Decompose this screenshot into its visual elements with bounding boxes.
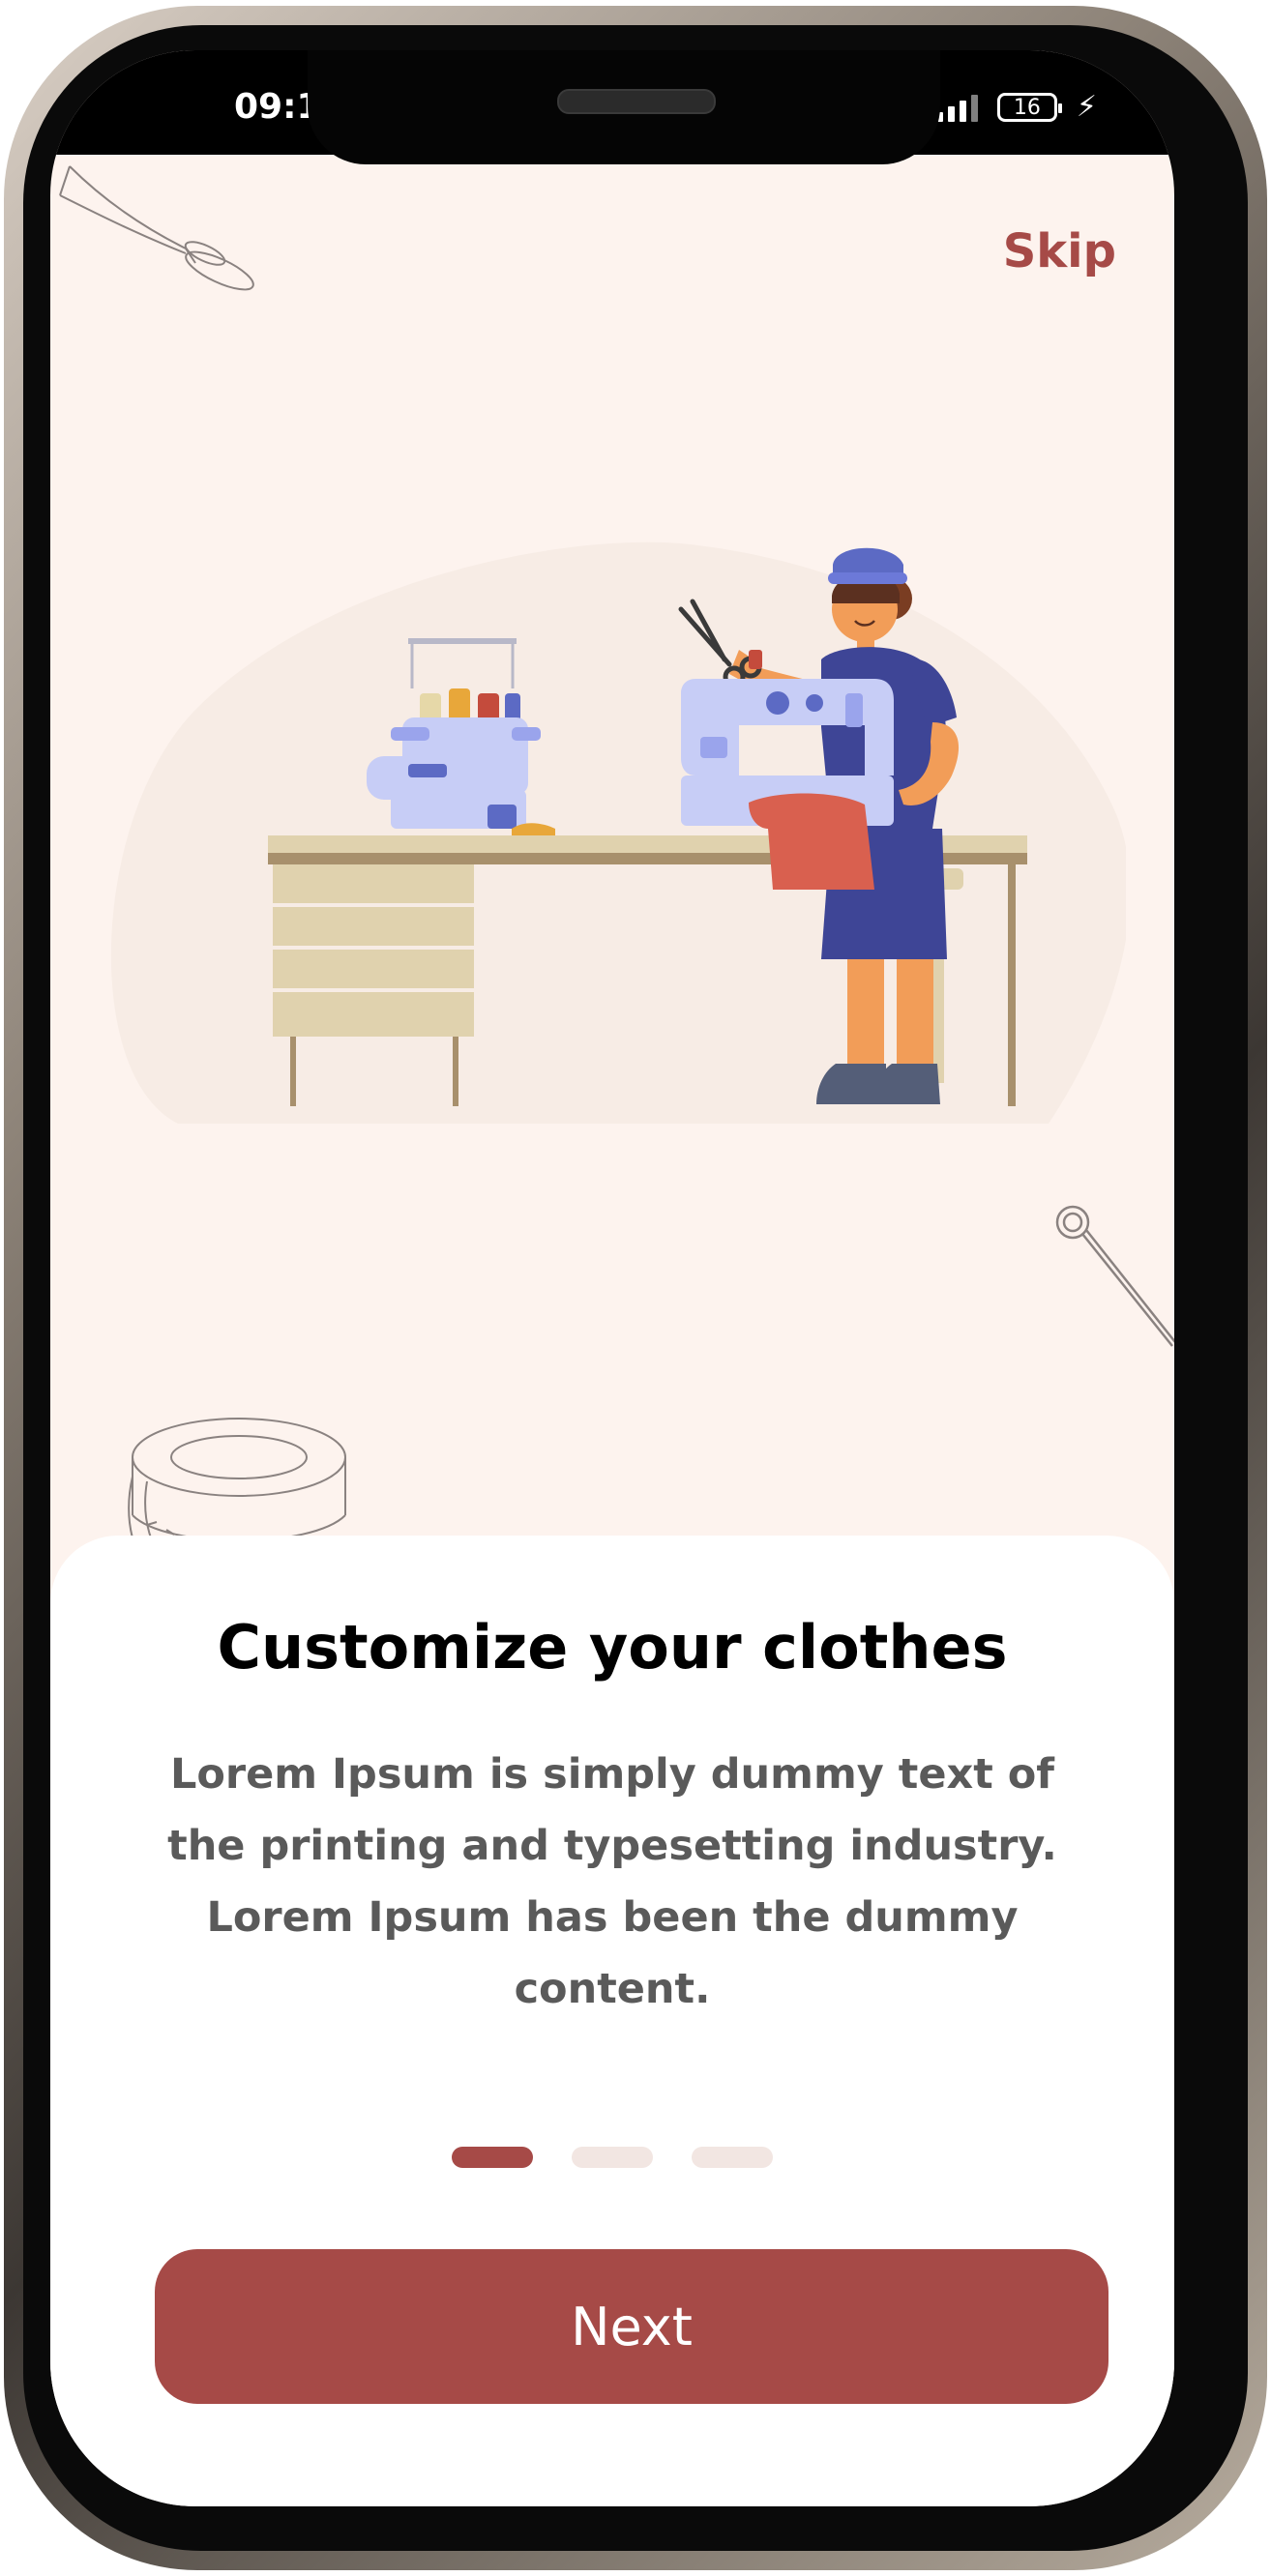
onboarding-title: Customize your clothes — [217, 1612, 1008, 1683]
pagination-dot-2[interactable] — [572, 2147, 653, 2168]
tailor-illustration — [110, 542, 1126, 1124]
onboarding-description: Lorem Ipsum is simply dummy text of the … — [167, 1750, 1057, 2013]
screen: 09:1 16 ⚡ Skip Customize your clothes Lo… — [50, 50, 1174, 2506]
next-button-label: Next — [571, 2296, 693, 2357]
next-button[interactable]: Next — [155, 2249, 1108, 2404]
pagination-dot-3[interactable] — [692, 2147, 773, 2168]
charging-bolt-icon: ⚡ — [1076, 90, 1097, 124]
skip-button[interactable]: Skip — [1003, 224, 1116, 278]
pagination-dot-1[interactable] — [452, 2147, 533, 2168]
pin-icon — [1055, 1205, 1174, 1347]
battery-icon: 16 — [996, 93, 1062, 122]
pagination-dots — [50, 2147, 1174, 2168]
status-icons: 16 ⚡ — [935, 90, 1097, 124]
speaker-grille — [557, 89, 716, 114]
page: 09:1 16 ⚡ Skip Customize your clothes Lo… — [0, 0, 1271, 2576]
signal-icon — [935, 93, 978, 122]
battery-level: 16 — [1013, 95, 1041, 120]
scissors-icon — [59, 165, 254, 291]
